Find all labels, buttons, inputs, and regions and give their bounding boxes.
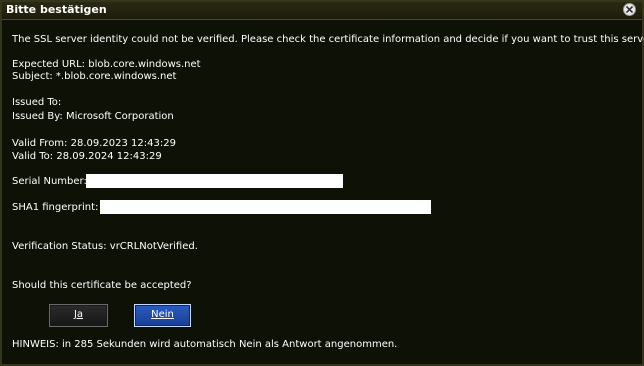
- sha1-fingerprint-redacted: [100, 200, 431, 214]
- no-button-label: Nein: [151, 309, 174, 320]
- yes-button[interactable]: Ja: [49, 304, 108, 327]
- no-button[interactable]: Nein: [134, 304, 191, 327]
- issued-by: Issued By: Microsoft Corporation: [12, 111, 174, 122]
- close-icon[interactable]: [623, 3, 636, 16]
- sha1-fingerprint-label: SHA1 fingerprint:: [12, 202, 99, 213]
- serial-number-label: Serial Number:: [12, 176, 87, 187]
- dialog-title: Bitte bestätigen: [6, 3, 107, 16]
- expected-url: Expected URL: blob.core.windows.net: [12, 59, 201, 70]
- yes-button-label: Ja: [73, 309, 84, 320]
- timeout-notice: HINWEIS: in 285 Sekunden wird automatisc…: [12, 339, 398, 350]
- dialog-body: The SSL server identity could not be ver…: [2, 21, 644, 364]
- title-bar[interactable]: Bitte bestätigen: [2, 2, 642, 20]
- issued-to: Issued To:: [12, 97, 62, 108]
- valid-to: Valid To: 28.09.2024 12:43:29: [12, 151, 162, 162]
- valid-from: Valid From: 28.09.2023 12:43:29: [12, 138, 176, 149]
- certificate-dialog: Bitte bestätigen The SSL server identity…: [0, 0, 644, 366]
- verification-status: Verification Status: vrCRLNotVerified.: [12, 241, 198, 252]
- dialog-message: The SSL server identity could not be ver…: [12, 34, 644, 45]
- accept-question: Should this certificate be accepted?: [12, 280, 192, 291]
- serial-number-redacted: [86, 174, 343, 188]
- subject: Subject: *.blob.core.windows.net: [12, 71, 177, 82]
